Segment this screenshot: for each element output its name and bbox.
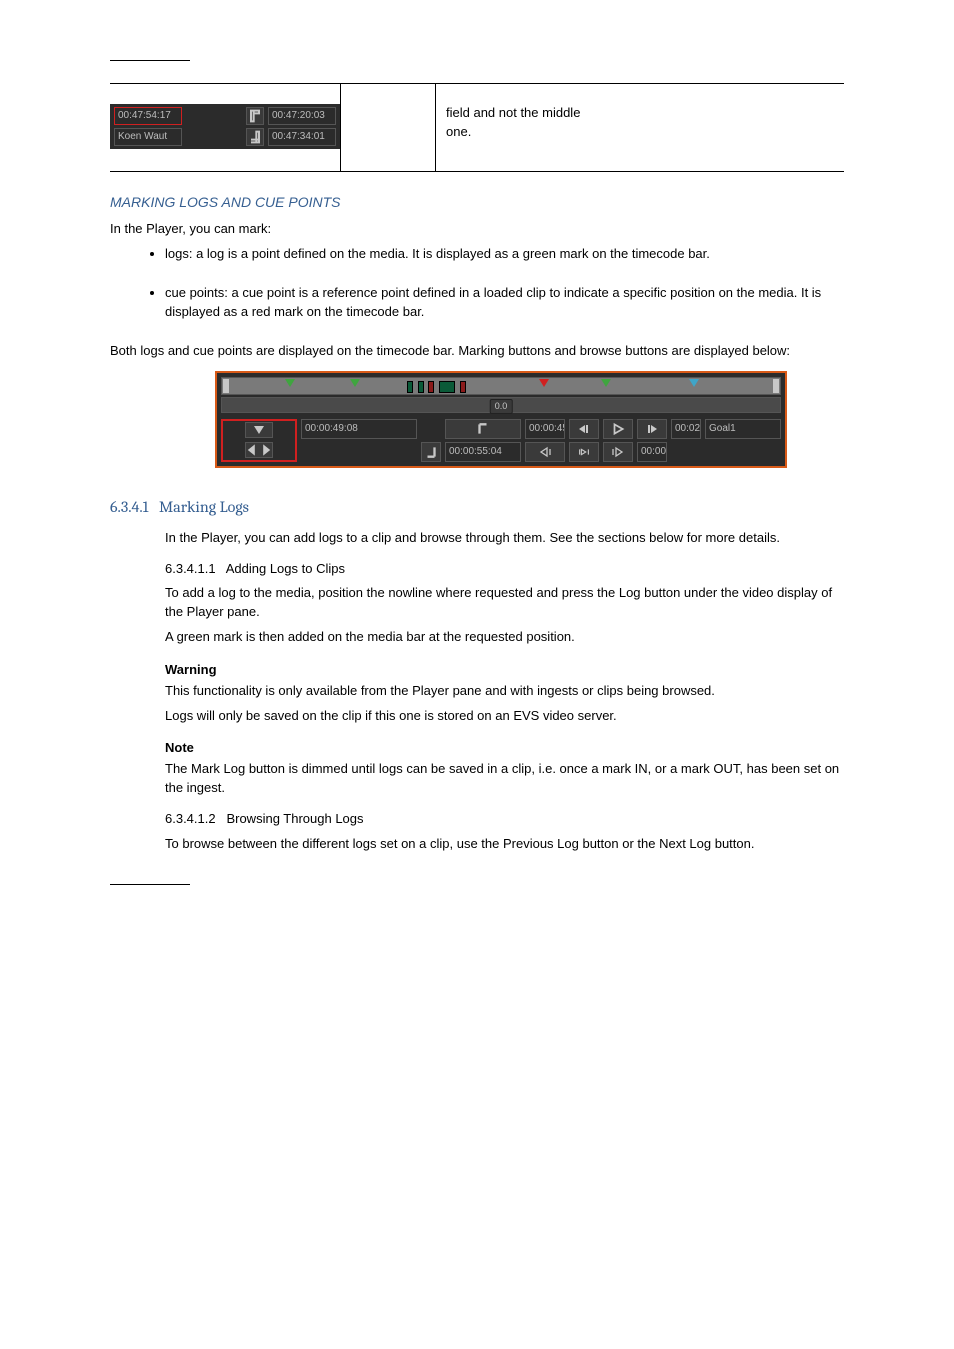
clip-start-cap bbox=[223, 379, 229, 393]
add-logs-body: To add a log to the media, position the … bbox=[165, 584, 844, 622]
clip-name-field[interactable]: Koen Waut bbox=[114, 128, 182, 146]
tc-in-field[interactable]: 00:47:20:03 bbox=[268, 107, 336, 125]
tc-remaining-field[interactable]: 00:02:15:17 bbox=[671, 419, 701, 439]
warning-body-1: This functionality is only available fro… bbox=[165, 682, 844, 701]
play-in-out-button[interactable] bbox=[569, 442, 599, 462]
tc-main-field[interactable]: 00:00:49:08 bbox=[301, 419, 417, 439]
mark-in-button[interactable] bbox=[246, 107, 264, 125]
mark-out-button[interactable] bbox=[421, 442, 441, 462]
tc-duration-field[interactable]: 00:00:09:09 bbox=[637, 442, 667, 462]
note-label: Note bbox=[165, 739, 844, 758]
speed-value: 0.0 bbox=[490, 399, 513, 414]
mark-out-button[interactable] bbox=[246, 128, 264, 146]
cue-marker-icon bbox=[688, 378, 699, 389]
markers-para-2: Both logs and cue points are displayed o… bbox=[110, 342, 844, 361]
tc-in-field[interactable]: 00:00:45:20 bbox=[525, 419, 565, 439]
clip-end-cap bbox=[773, 379, 779, 393]
bullet-logs: logs: a log is a point defined on the me… bbox=[165, 245, 844, 264]
logs-section-heading: 6.3.4.1 Marking Logs bbox=[110, 496, 844, 519]
step-back-button[interactable] bbox=[569, 419, 599, 439]
timecode-bar[interactable] bbox=[221, 377, 781, 395]
tc-out-field[interactable]: 00:47:34:01 bbox=[268, 128, 336, 146]
logs-section-body: In the Player, you can add logs to a cli… bbox=[165, 529, 844, 548]
table-desc-line-2: one. bbox=[446, 123, 844, 142]
timecode-widget-example: 00:47:54:17 00:47:20:03 Koen Waut 00:47:… bbox=[110, 104, 340, 149]
table-desc-line-1: field and not the middle bbox=[446, 104, 844, 123]
section-number: 6.3.4.1 bbox=[110, 498, 148, 516]
log-marker-icon bbox=[349, 378, 360, 389]
clip-name-field[interactable]: Goal1 bbox=[705, 419, 781, 439]
log-marker-icon bbox=[284, 378, 295, 389]
add-logs-heading: 6.3.4.1.1 Adding Logs to Clips bbox=[165, 560, 844, 579]
browse-logs-body: To browse between the different logs set… bbox=[165, 835, 844, 854]
browse-logs-heading: 6.3.4.1.2 Browsing Through Logs bbox=[165, 810, 844, 829]
tc-main-field[interactable]: 00:47:54:17 bbox=[114, 107, 182, 125]
tc-out-field[interactable]: 00:00:55:04 bbox=[445, 442, 521, 462]
step-forward-button[interactable] bbox=[637, 419, 667, 439]
player-transport-panel: 0.0 00:00:49:08 00:00:45:20 bbox=[215, 371, 787, 468]
header-rule bbox=[110, 60, 190, 61]
warning-label: Warning bbox=[165, 661, 844, 680]
log-button-highlighted[interactable] bbox=[221, 419, 297, 462]
mark-in-button[interactable] bbox=[445, 419, 521, 439]
warning-body-2: Logs will only be saved on the clip if t… bbox=[165, 707, 844, 726]
markers-intro: In the Player, you can mark: bbox=[110, 220, 844, 239]
transport-controls: 00:00:49:08 00:00:45:20 00 bbox=[221, 419, 781, 462]
add-logs-body-2: A green mark is then added on the media … bbox=[165, 628, 844, 647]
section-title: Marking Logs bbox=[159, 498, 249, 516]
clip-segments bbox=[407, 380, 467, 392]
play-button[interactable] bbox=[603, 419, 633, 439]
description-table: 00:47:54:17 00:47:20:03 Koen Waut 00:47:… bbox=[110, 83, 844, 172]
previous-log-button[interactable] bbox=[525, 442, 565, 462]
cue-marker-icon bbox=[538, 378, 549, 389]
next-log-button[interactable] bbox=[603, 442, 633, 462]
speed-bar[interactable]: 0.0 bbox=[221, 397, 781, 413]
log-button[interactable] bbox=[245, 422, 273, 438]
note-body: The Mark Log button is dimmed until logs… bbox=[165, 760, 844, 798]
bullet-cues: cue points: a cue point is a reference p… bbox=[165, 284, 844, 322]
footer-rule bbox=[110, 884, 190, 885]
markers-bullet-list: logs: a log is a point defined on the me… bbox=[165, 245, 844, 322]
markers-section-heading: MARKING LOGS AND CUE POINTS bbox=[110, 192, 844, 212]
prev-next-cue-button[interactable] bbox=[245, 442, 273, 458]
log-marker-icon bbox=[600, 378, 611, 389]
